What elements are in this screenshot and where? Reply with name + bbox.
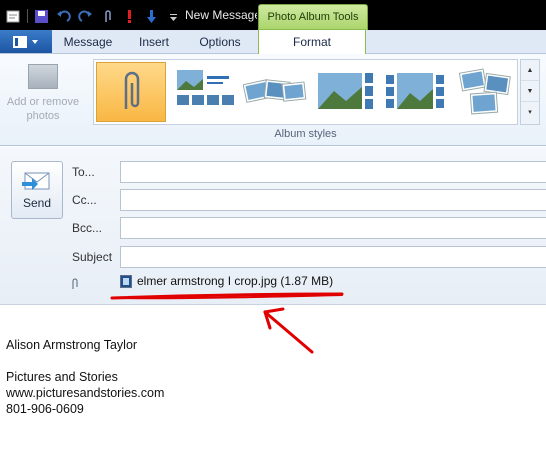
paperclip-icon	[124, 71, 140, 109]
app-menu-button[interactable]	[0, 30, 52, 53]
fanned-icon	[243, 79, 307, 103]
grid-caption-icon	[177, 70, 234, 105]
window-title: New Message	[185, 8, 257, 22]
signature-company: Pictures and Stories	[6, 370, 118, 384]
cc-field[interactable]	[120, 189, 546, 211]
to-field[interactable]	[120, 161, 546, 183]
bcc-label[interactable]: Bcc...	[72, 221, 102, 235]
gallery-expand-icon[interactable]: ▾	[521, 102, 539, 123]
gallery-scroll-up-icon[interactable]: ▲	[521, 60, 539, 81]
album-styles-group-label: Album styles	[274, 128, 337, 140]
photo-icon	[28, 64, 58, 89]
signature-phone: 801-906-0609	[6, 402, 84, 416]
customize-icon[interactable]	[165, 8, 182, 25]
low-importance-icon[interactable]	[143, 8, 160, 25]
tab-format[interactable]: Format	[258, 29, 366, 55]
album-styles-gallery	[93, 59, 518, 125]
subject-label: Subject	[72, 250, 113, 264]
bcc-field[interactable]	[120, 217, 546, 239]
album-style-fanned[interactable]	[240, 62, 310, 122]
undo-icon[interactable]	[55, 8, 72, 25]
tab-options[interactable]: Options	[192, 30, 248, 54]
send-label: Send	[22, 196, 52, 210]
send-envelope-icon	[22, 170, 52, 192]
signature-website: www.picturesandstories.com	[6, 386, 165, 400]
attach-icon[interactable]	[99, 8, 116, 25]
save-icon[interactable]	[33, 8, 50, 25]
ribbon: Add or remove photos ▲ ▼ ▾ Album styles	[0, 54, 546, 146]
high-importance-icon[interactable]	[121, 8, 138, 25]
cc-label[interactable]: Cc...	[72, 193, 97, 207]
tab-message[interactable]: Message	[60, 30, 116, 54]
send-button[interactable]: Send	[11, 161, 63, 219]
app-menu-icon	[13, 35, 38, 48]
signature-name: Alison Armstrong Taylor	[6, 338, 138, 352]
album-style-paperclip[interactable]	[96, 62, 166, 122]
gallery-scroll-down-icon[interactable]: ▼	[521, 81, 539, 102]
context-tab-group-label: Photo Album Tools	[258, 4, 368, 30]
to-label[interactable]: To...	[72, 165, 95, 179]
filmstrip-side-icon	[386, 73, 444, 109]
app-icon[interactable]	[5, 8, 22, 25]
album-style-filmstrip-side[interactable]	[380, 62, 450, 122]
separator	[27, 9, 28, 23]
tab-insert[interactable]: Insert	[131, 30, 177, 54]
add-remove-photos-label: Add or remove photos	[6, 96, 80, 122]
add-remove-photos-button[interactable]: Add or remove photos	[4, 60, 82, 136]
subject-field[interactable]	[120, 246, 546, 268]
ribbon-tab-row: Message Insert Options Format	[0, 29, 546, 55]
title-bar: New Message Photo Album Tools	[0, 0, 546, 30]
album-style-filmstrip-right[interactable]	[310, 62, 380, 122]
album-style-grid-caption[interactable]	[170, 62, 240, 122]
album-style-stacked[interactable]	[450, 62, 520, 122]
filmstrip-right-icon	[318, 73, 373, 109]
redo-icon[interactable]	[77, 8, 94, 25]
stacked-icon	[458, 68, 511, 115]
gallery-scroll: ▲ ▼ ▾	[520, 59, 540, 125]
quick-access-toolbar	[0, 6, 182, 26]
